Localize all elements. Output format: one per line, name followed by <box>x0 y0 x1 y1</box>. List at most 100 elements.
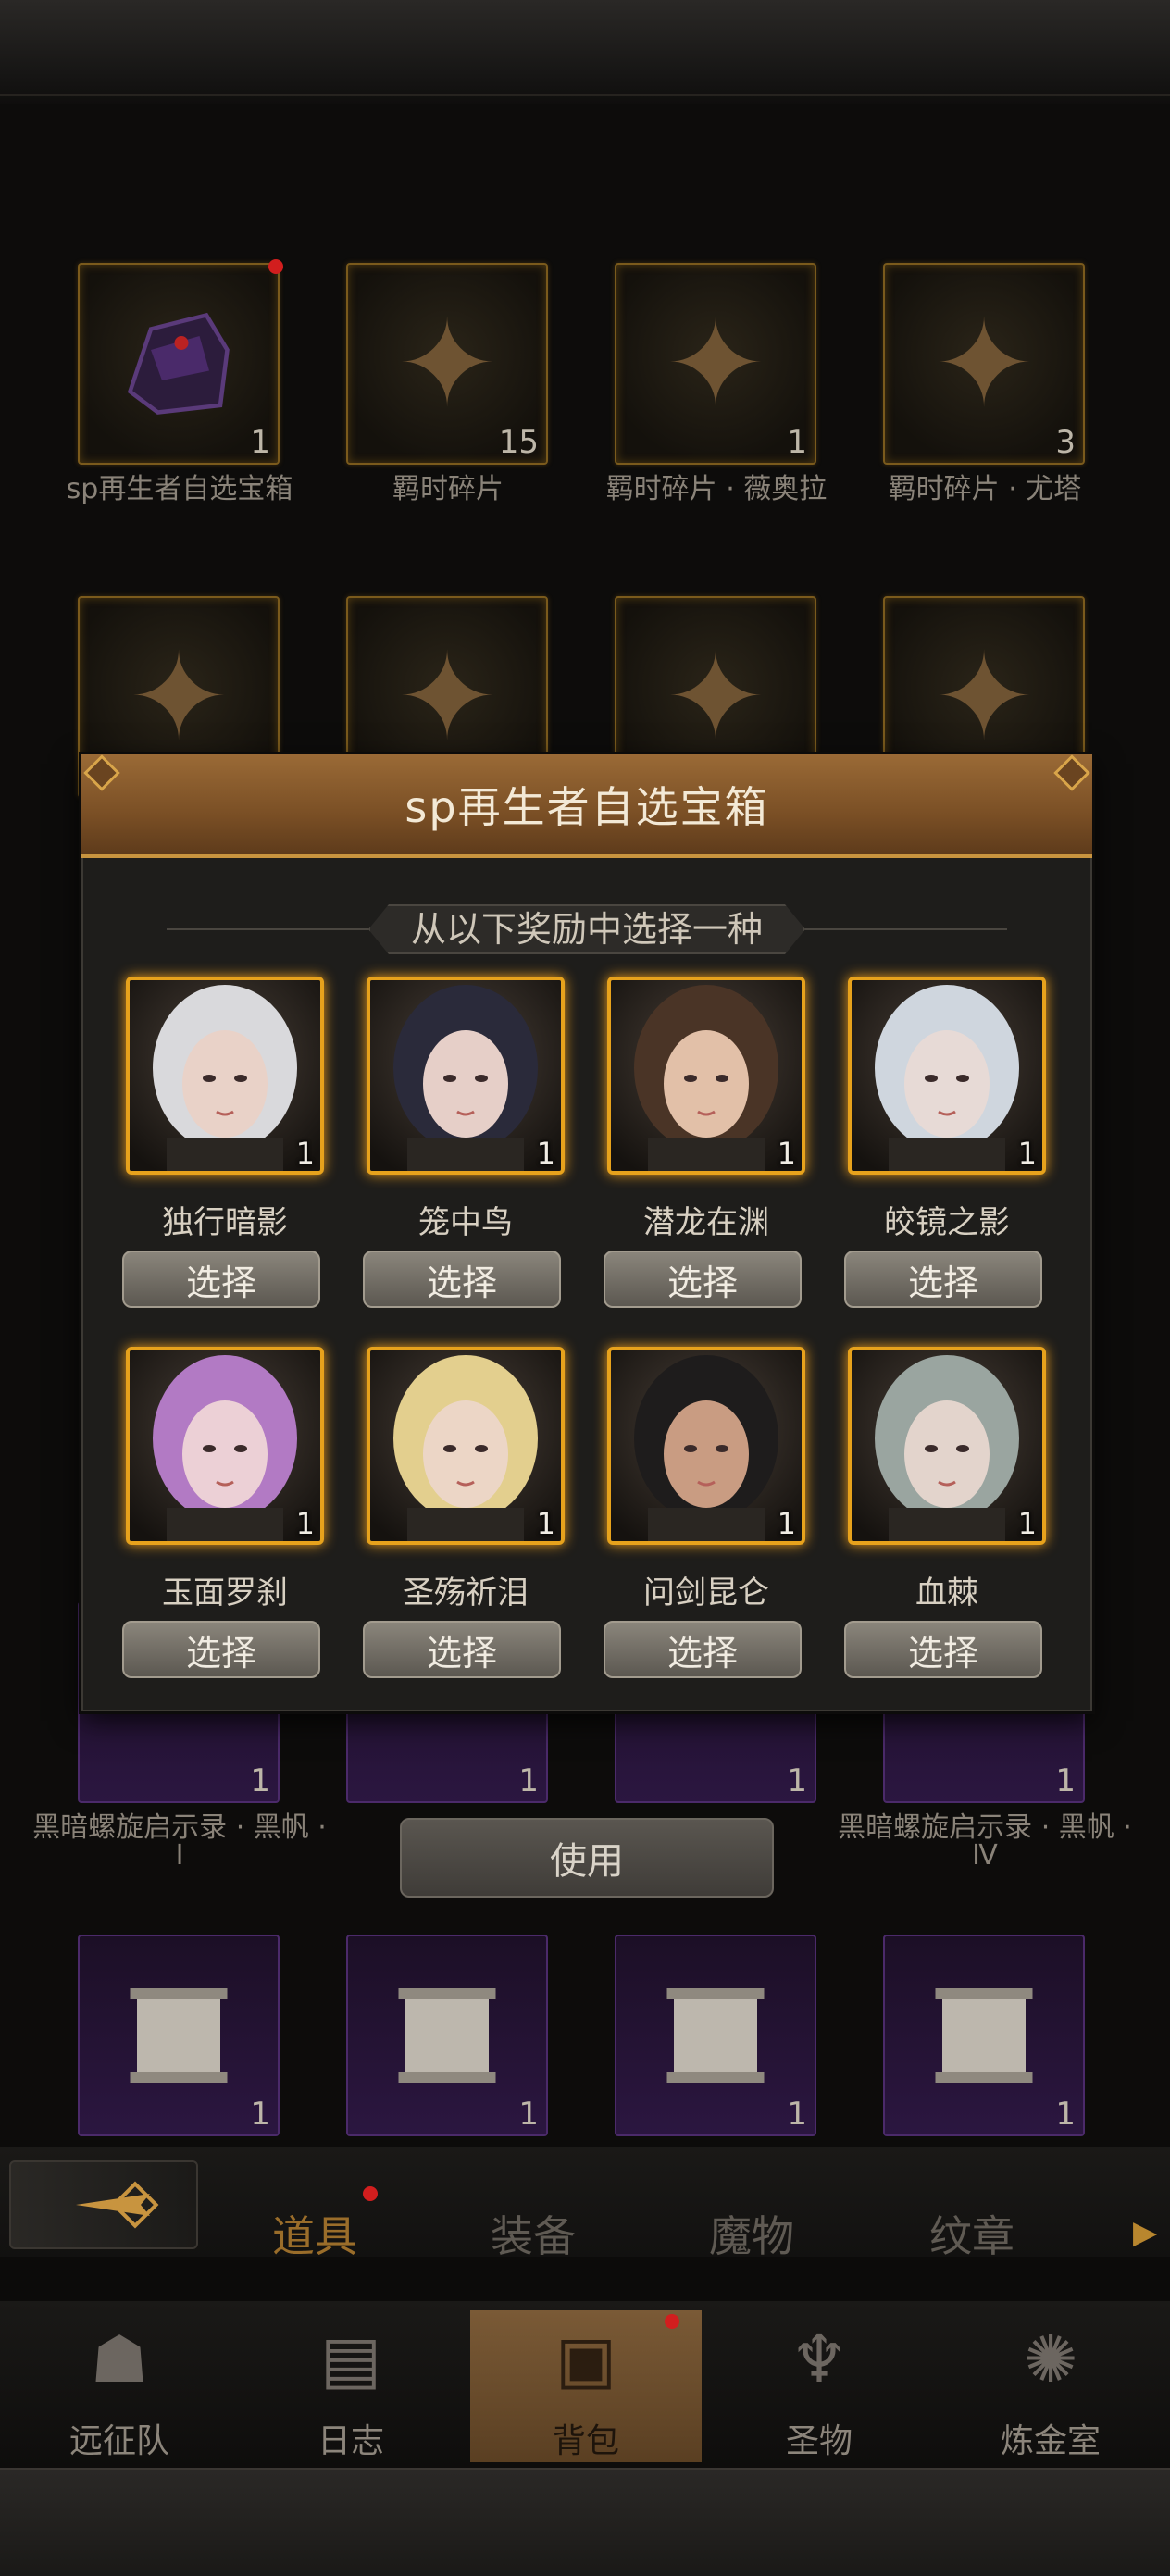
item-count: 1 <box>250 1762 270 1799</box>
scroll-icon <box>666 1988 765 2083</box>
tab-monsters[interactable]: 魔物 <box>709 2203 794 2264</box>
select-button[interactable]: 选择 <box>604 1621 802 1678</box>
nav-expedition[interactable]: ☗ 远征队 <box>4 2310 235 2462</box>
hero-portrait-image <box>370 980 561 1171</box>
tab-emblems[interactable]: 纹章 <box>929 2203 1014 2264</box>
inventory-item[interactable]: 1 <box>78 1935 280 2136</box>
reward-count: 1 <box>536 1136 555 1171</box>
inventory-item[interactable]: 1 <box>615 1935 816 2136</box>
nav-backpack[interactable]: ▣ 背包 <box>470 2310 702 2462</box>
select-button[interactable]: 选择 <box>363 1621 561 1678</box>
viking-helmet-icon: ☗ <box>90 2321 149 2397</box>
scroll-icon <box>130 1988 228 2083</box>
reward-name: 血棘 <box>915 1574 978 1612</box>
hero-portrait-image <box>852 1350 1042 1541</box>
item-count: 3 <box>1055 424 1076 461</box>
reward-count: 1 <box>536 1506 555 1541</box>
scroll-icon <box>935 1988 1033 2083</box>
puzzle-icon: ✦ <box>128 627 230 767</box>
hero-portrait[interactable]: 1 <box>367 1347 565 1545</box>
reward-count: 1 <box>777 1506 796 1541</box>
item-label: sp再生者自选宝箱 <box>66 473 293 505</box>
modal-subtitle: 从以下奖励中选择一种 <box>368 904 805 954</box>
notification-dot <box>665 2314 679 2329</box>
item-count: 15 <box>498 424 539 461</box>
item-count: 1 <box>1055 2096 1076 2133</box>
item-label: 羁时碎片 <box>392 473 504 505</box>
reward-name: 独行暗影 <box>162 1204 288 1241</box>
scroll-icon <box>398 1988 496 2083</box>
item-count: 1 <box>1055 1762 1076 1799</box>
hero-portrait[interactable]: 1 <box>848 977 1046 1175</box>
puzzle-icon: ✦ <box>396 627 498 767</box>
inventory-item[interactable]: 1 <box>78 259 283 465</box>
top-frame <box>0 0 1170 106</box>
hero-portrait-image <box>611 980 802 1171</box>
select-button[interactable]: 选择 <box>122 1621 320 1678</box>
item-count: 1 <box>518 1762 539 1799</box>
notification-dot <box>268 259 283 274</box>
hero-portrait[interactable]: 1 <box>607 977 805 1175</box>
nav-alchemy[interactable]: ✺ 炼金室 <box>935 2310 1166 2462</box>
reward-count: 1 <box>1017 1136 1037 1171</box>
select-button[interactable]: 选择 <box>363 1251 561 1308</box>
back-button[interactable] <box>9 2160 198 2249</box>
hero-portrait-image <box>130 980 320 1171</box>
reward-name: 潜龙在渊 <box>643 1204 769 1241</box>
alchemy-symbol-icon: ✺ <box>1023 2321 1078 2397</box>
puzzle-icon: ✦ <box>665 627 766 767</box>
inventory-item[interactable]: ✦ 15 <box>346 263 548 465</box>
item-label: 黑暗螺旋启示录 · 黑帆 · Ⅳ <box>838 1811 1132 1872</box>
item-count: 1 <box>787 424 807 461</box>
select-button[interactable]: 选择 <box>122 1251 320 1308</box>
notification-dot <box>363 2186 378 2201</box>
puzzle-icon: ✦ <box>933 627 1035 767</box>
item-label: 羁时碎片 · 尤塔 <box>888 473 1082 505</box>
nav-relics[interactable]: ♆ 圣物 <box>703 2310 935 2462</box>
nav-journal[interactable]: ▤ 日志 <box>235 2310 467 2462</box>
select-button[interactable]: 选择 <box>844 1251 1042 1308</box>
hero-portrait-image <box>611 1350 802 1541</box>
reward-count: 1 <box>295 1136 315 1171</box>
backpack-chest-icon: ▣ <box>554 2321 617 2397</box>
journal-map-icon: ▤ <box>319 2321 382 2397</box>
puzzle-question-icon: ✦ <box>396 293 498 434</box>
use-button[interactable]: 使用 <box>400 1818 774 1898</box>
reward-name: 笼中鸟 <box>418 1204 513 1241</box>
back-arrow-icon <box>76 2181 159 2229</box>
hero-portrait[interactable]: 1 <box>126 977 324 1175</box>
reward-count: 1 <box>295 1506 315 1541</box>
select-button[interactable]: 选择 <box>604 1251 802 1308</box>
select-button[interactable]: 选择 <box>844 1621 1042 1678</box>
hero-portrait-image <box>130 1350 320 1541</box>
hero-portrait[interactable]: 1 <box>607 1347 805 1545</box>
item-count: 1 <box>787 2096 807 2133</box>
tab-equipment[interactable]: 装备 <box>491 2203 576 2264</box>
hero-portrait[interactable]: 1 <box>126 1347 324 1545</box>
inventory-item[interactable]: ✦ 1 <box>615 263 816 465</box>
item-count: 1 <box>250 2096 270 2133</box>
tab-items[interactable]: 道具 <box>272 2203 357 2264</box>
inventory-item[interactable]: ✦ 3 <box>883 263 1085 465</box>
helmet-chest-icon <box>127 312 230 415</box>
hero-portrait[interactable]: 1 <box>848 1347 1046 1545</box>
reward-name: 玉面罗刹 <box>162 1574 288 1612</box>
reward-name: 圣殇祈泪 <box>403 1574 529 1612</box>
puzzle-icon: ✦ <box>665 293 766 434</box>
item-count: 1 <box>518 2096 539 2133</box>
modal-title: sp再生者自选宝箱 <box>81 754 1092 858</box>
hero-portrait-image <box>370 1350 561 1541</box>
reward-name: 皎镜之影 <box>884 1204 1010 1241</box>
hero-portrait[interactable]: 1 <box>367 977 565 1175</box>
item-label: 羁时碎片 · 薇奥拉 <box>605 473 828 505</box>
puzzle-icon: ✦ <box>933 293 1035 434</box>
item-count: 1 <box>787 1762 807 1799</box>
inventory-item[interactable]: 1 <box>883 1935 1085 2136</box>
bottom-frame <box>0 2468 1170 2576</box>
reward-name: 问剑昆仑 <box>643 1574 769 1612</box>
reward-count: 1 <box>1017 1506 1037 1541</box>
item-count: 1 <box>250 424 270 461</box>
modal-subtitle-bar: 从以下奖励中选择一种 <box>83 904 1090 954</box>
inventory-item[interactable]: 1 <box>346 1935 548 2136</box>
chevron-right-icon[interactable]: ▶ <box>1133 2214 1157 2251</box>
